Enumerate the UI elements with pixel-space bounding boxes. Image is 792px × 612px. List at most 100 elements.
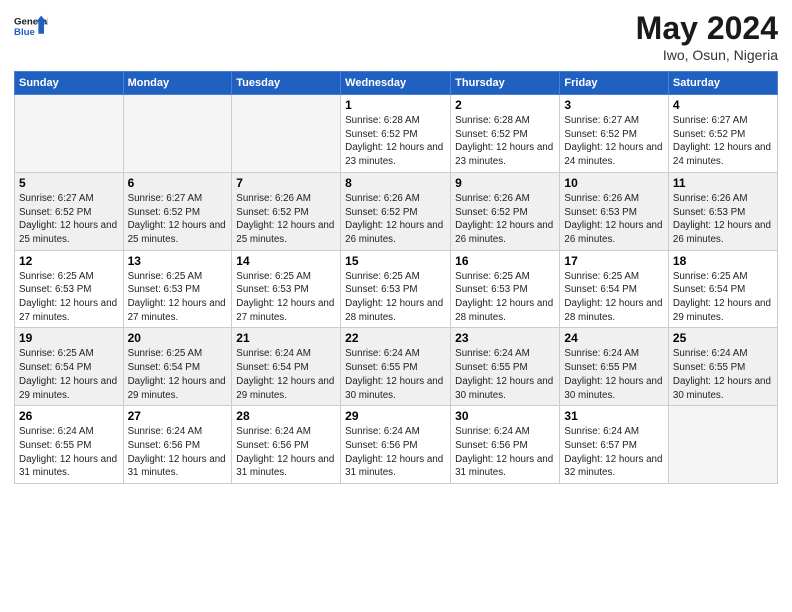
table-row: 31 Sunrise: 6:24 AM Sunset: 6:57 PM Dayl… xyxy=(560,406,668,484)
day-number: 10 xyxy=(564,176,663,190)
table-row: 1 Sunrise: 6:28 AM Sunset: 6:52 PM Dayli… xyxy=(341,95,451,173)
table-row xyxy=(232,95,341,173)
day-number: 13 xyxy=(128,254,228,268)
col-thursday: Thursday xyxy=(451,72,560,95)
day-number: 2 xyxy=(455,98,555,112)
table-row: 19 Sunrise: 6:25 AM Sunset: 6:54 PM Dayl… xyxy=(15,328,124,406)
table-row: 23 Sunrise: 6:24 AM Sunset: 6:55 PM Dayl… xyxy=(451,328,560,406)
day-info: Sunrise: 6:24 AM Sunset: 6:55 PM Dayligh… xyxy=(455,347,555,402)
day-info: Sunrise: 6:24 AM Sunset: 6:56 PM Dayligh… xyxy=(128,425,228,480)
day-info: Sunrise: 6:25 AM Sunset: 6:54 PM Dayligh… xyxy=(673,270,773,325)
day-number: 16 xyxy=(455,254,555,268)
table-row: 3 Sunrise: 6:27 AM Sunset: 6:52 PM Dayli… xyxy=(560,95,668,173)
table-row: 20 Sunrise: 6:25 AM Sunset: 6:54 PM Dayl… xyxy=(123,328,232,406)
day-number: 31 xyxy=(564,409,663,423)
logo-svg: General Blue xyxy=(14,10,48,44)
day-info: Sunrise: 6:28 AM Sunset: 6:52 PM Dayligh… xyxy=(345,114,446,169)
day-number: 27 xyxy=(128,409,228,423)
col-wednesday: Wednesday xyxy=(341,72,451,95)
day-number: 3 xyxy=(564,98,663,112)
day-number: 18 xyxy=(673,254,773,268)
table-row: 12 Sunrise: 6:25 AM Sunset: 6:53 PM Dayl… xyxy=(15,250,124,328)
day-number: 30 xyxy=(455,409,555,423)
table-row: 9 Sunrise: 6:26 AM Sunset: 6:52 PM Dayli… xyxy=(451,172,560,250)
day-number: 17 xyxy=(564,254,663,268)
calendar-week-row: 19 Sunrise: 6:25 AM Sunset: 6:54 PM Dayl… xyxy=(15,328,778,406)
day-number: 7 xyxy=(236,176,336,190)
calendar-header-row: Sunday Monday Tuesday Wednesday Thursday… xyxy=(15,72,778,95)
table-row xyxy=(668,406,777,484)
header: General Blue May 2024 Iwo, Osun, Nigeria xyxy=(14,10,778,63)
day-number: 26 xyxy=(19,409,119,423)
day-number: 6 xyxy=(128,176,228,190)
calendar-week-row: 5 Sunrise: 6:27 AM Sunset: 6:52 PM Dayli… xyxy=(15,172,778,250)
day-info: Sunrise: 6:25 AM Sunset: 6:53 PM Dayligh… xyxy=(236,270,336,325)
table-row: 13 Sunrise: 6:25 AM Sunset: 6:53 PM Dayl… xyxy=(123,250,232,328)
day-info: Sunrise: 6:26 AM Sunset: 6:52 PM Dayligh… xyxy=(236,192,336,247)
day-number: 25 xyxy=(673,331,773,345)
day-info: Sunrise: 6:26 AM Sunset: 6:52 PM Dayligh… xyxy=(455,192,555,247)
table-row: 10 Sunrise: 6:26 AM Sunset: 6:53 PM Dayl… xyxy=(560,172,668,250)
day-number: 29 xyxy=(345,409,446,423)
table-row: 11 Sunrise: 6:26 AM Sunset: 6:53 PM Dayl… xyxy=(668,172,777,250)
table-row: 28 Sunrise: 6:24 AM Sunset: 6:56 PM Dayl… xyxy=(232,406,341,484)
day-info: Sunrise: 6:26 AM Sunset: 6:52 PM Dayligh… xyxy=(345,192,446,247)
calendar-week-row: 1 Sunrise: 6:28 AM Sunset: 6:52 PM Dayli… xyxy=(15,95,778,173)
day-info: Sunrise: 6:24 AM Sunset: 6:55 PM Dayligh… xyxy=(345,347,446,402)
day-info: Sunrise: 6:25 AM Sunset: 6:54 PM Dayligh… xyxy=(564,270,663,325)
day-info: Sunrise: 6:24 AM Sunset: 6:55 PM Dayligh… xyxy=(673,347,773,402)
logo: General Blue xyxy=(14,10,48,44)
day-info: Sunrise: 6:25 AM Sunset: 6:53 PM Dayligh… xyxy=(455,270,555,325)
col-tuesday: Tuesday xyxy=(232,72,341,95)
day-info: Sunrise: 6:28 AM Sunset: 6:52 PM Dayligh… xyxy=(455,114,555,169)
day-number: 21 xyxy=(236,331,336,345)
day-info: Sunrise: 6:26 AM Sunset: 6:53 PM Dayligh… xyxy=(673,192,773,247)
table-row: 30 Sunrise: 6:24 AM Sunset: 6:56 PM Dayl… xyxy=(451,406,560,484)
page: General Blue May 2024 Iwo, Osun, Nigeria… xyxy=(0,0,792,612)
day-number: 4 xyxy=(673,98,773,112)
day-number: 11 xyxy=(673,176,773,190)
day-info: Sunrise: 6:26 AM Sunset: 6:53 PM Dayligh… xyxy=(564,192,663,247)
day-number: 12 xyxy=(19,254,119,268)
table-row: 26 Sunrise: 6:24 AM Sunset: 6:55 PM Dayl… xyxy=(15,406,124,484)
calendar-table: Sunday Monday Tuesday Wednesday Thursday… xyxy=(14,71,778,484)
table-row: 24 Sunrise: 6:24 AM Sunset: 6:55 PM Dayl… xyxy=(560,328,668,406)
day-number: 9 xyxy=(455,176,555,190)
day-info: Sunrise: 6:25 AM Sunset: 6:54 PM Dayligh… xyxy=(19,347,119,402)
day-number: 23 xyxy=(455,331,555,345)
day-number: 24 xyxy=(564,331,663,345)
day-info: Sunrise: 6:27 AM Sunset: 6:52 PM Dayligh… xyxy=(19,192,119,247)
table-row: 8 Sunrise: 6:26 AM Sunset: 6:52 PM Dayli… xyxy=(341,172,451,250)
title-block: May 2024 Iwo, Osun, Nigeria xyxy=(636,10,778,63)
day-number: 14 xyxy=(236,254,336,268)
table-row: 4 Sunrise: 6:27 AM Sunset: 6:52 PM Dayli… xyxy=(668,95,777,173)
col-sunday: Sunday xyxy=(15,72,124,95)
day-info: Sunrise: 6:24 AM Sunset: 6:54 PM Dayligh… xyxy=(236,347,336,402)
table-row: 29 Sunrise: 6:24 AM Sunset: 6:56 PM Dayl… xyxy=(341,406,451,484)
table-row: 5 Sunrise: 6:27 AM Sunset: 6:52 PM Dayli… xyxy=(15,172,124,250)
day-info: Sunrise: 6:25 AM Sunset: 6:53 PM Dayligh… xyxy=(19,270,119,325)
day-number: 20 xyxy=(128,331,228,345)
day-number: 22 xyxy=(345,331,446,345)
day-number: 15 xyxy=(345,254,446,268)
day-info: Sunrise: 6:24 AM Sunset: 6:55 PM Dayligh… xyxy=(19,425,119,480)
month-year: May 2024 xyxy=(636,10,778,47)
day-info: Sunrise: 6:24 AM Sunset: 6:55 PM Dayligh… xyxy=(564,347,663,402)
location: Iwo, Osun, Nigeria xyxy=(636,47,778,63)
day-info: Sunrise: 6:24 AM Sunset: 6:57 PM Dayligh… xyxy=(564,425,663,480)
table-row xyxy=(123,95,232,173)
table-row: 22 Sunrise: 6:24 AM Sunset: 6:55 PM Dayl… xyxy=(341,328,451,406)
table-row: 17 Sunrise: 6:25 AM Sunset: 6:54 PM Dayl… xyxy=(560,250,668,328)
table-row: 27 Sunrise: 6:24 AM Sunset: 6:56 PM Dayl… xyxy=(123,406,232,484)
day-info: Sunrise: 6:24 AM Sunset: 6:56 PM Dayligh… xyxy=(345,425,446,480)
table-row: 16 Sunrise: 6:25 AM Sunset: 6:53 PM Dayl… xyxy=(451,250,560,328)
day-number: 28 xyxy=(236,409,336,423)
day-info: Sunrise: 6:25 AM Sunset: 6:54 PM Dayligh… xyxy=(128,347,228,402)
day-info: Sunrise: 6:27 AM Sunset: 6:52 PM Dayligh… xyxy=(673,114,773,169)
table-row: 15 Sunrise: 6:25 AM Sunset: 6:53 PM Dayl… xyxy=(341,250,451,328)
table-row: 21 Sunrise: 6:24 AM Sunset: 6:54 PM Dayl… xyxy=(232,328,341,406)
table-row: 6 Sunrise: 6:27 AM Sunset: 6:52 PM Dayli… xyxy=(123,172,232,250)
table-row: 7 Sunrise: 6:26 AM Sunset: 6:52 PM Dayli… xyxy=(232,172,341,250)
day-info: Sunrise: 6:24 AM Sunset: 6:56 PM Dayligh… xyxy=(236,425,336,480)
col-friday: Friday xyxy=(560,72,668,95)
